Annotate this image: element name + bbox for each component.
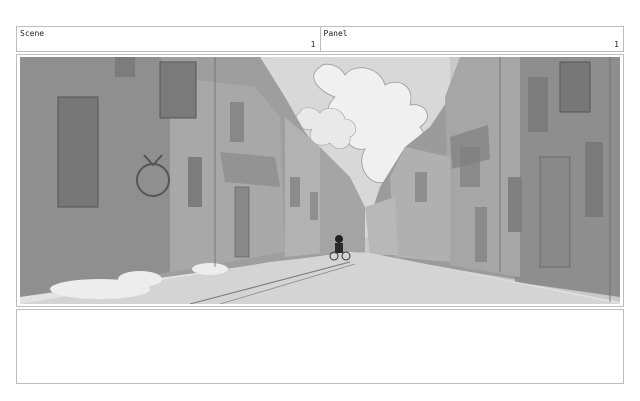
scene-label: Scene (20, 29, 45, 38)
panel-label: Panel (323, 29, 348, 38)
panel-notes-area[interactable] (16, 309, 624, 384)
storyboard-header: Scene 1 Panel 1 (16, 26, 624, 52)
panel-field[interactable]: Panel 1 (319, 27, 624, 51)
panel-number: 1 (614, 40, 619, 49)
panel-image-frame (16, 54, 624, 307)
scene-field[interactable]: Scene 1 (17, 27, 320, 51)
storyboard-sketch-image (20, 57, 620, 304)
scene-number: 1 (310, 40, 316, 49)
